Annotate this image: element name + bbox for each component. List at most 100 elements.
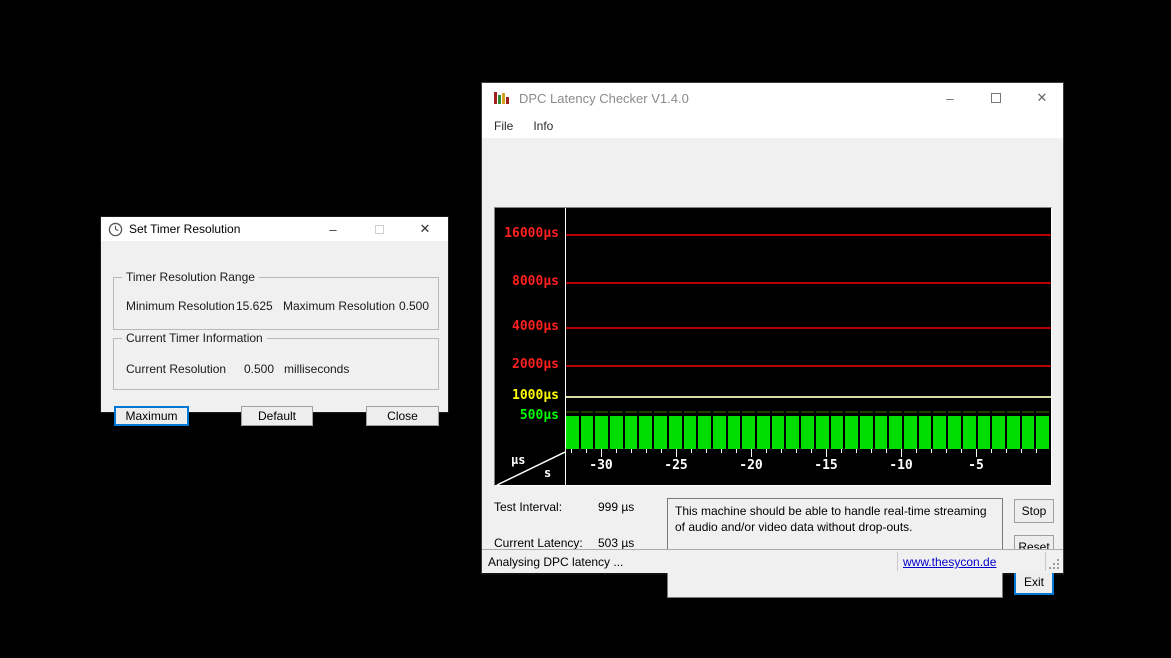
latency-bar bbox=[581, 416, 594, 449]
x-tick-label: -10 bbox=[889, 458, 912, 473]
bar-max-marker bbox=[713, 411, 726, 413]
latency-bar bbox=[904, 416, 917, 449]
x-axis-tick bbox=[751, 449, 752, 457]
latency-bar bbox=[889, 416, 902, 449]
group-label: Timer Resolution Range bbox=[122, 270, 259, 284]
close-button[interactable]: Close bbox=[366, 406, 439, 426]
maximum-button[interactable]: Maximum bbox=[114, 406, 189, 426]
stop-button[interactable]: Stop bbox=[1014, 499, 1054, 523]
latency-bar bbox=[1007, 416, 1020, 449]
minimize-icon[interactable]: – bbox=[934, 86, 966, 110]
current-timer-information-group: Current Timer Information Current Resolu… bbox=[113, 338, 439, 390]
bar-max-marker bbox=[860, 411, 873, 413]
dpc-window-title: DPC Latency Checker V1.4.0 bbox=[519, 91, 689, 106]
bar-max-marker bbox=[595, 411, 608, 413]
x-tick-label: -30 bbox=[589, 458, 612, 473]
current-resolution-label: Current Resolution bbox=[126, 362, 226, 376]
x-axis-tick bbox=[781, 449, 782, 453]
close-icon[interactable]: ✕ bbox=[409, 217, 441, 241]
maximize-icon[interactable] bbox=[980, 86, 1012, 110]
timer-titlebar[interactable]: Set Timer Resolution – ✕ bbox=[101, 217, 448, 241]
x-axis-tick bbox=[601, 449, 602, 457]
menu-file[interactable]: File bbox=[484, 113, 523, 138]
bar-max-marker bbox=[845, 411, 858, 413]
x-axis-tick bbox=[736, 449, 737, 453]
x-axis-tick bbox=[991, 449, 992, 453]
latency-bar bbox=[698, 416, 711, 449]
minimize-icon[interactable]: – bbox=[317, 217, 349, 241]
timer-resolution-range-group: Timer Resolution Range Minimum Resolutio… bbox=[113, 277, 439, 330]
default-button[interactable]: Default bbox=[241, 406, 313, 426]
min-resolution-value: 15.625 bbox=[236, 299, 273, 313]
bar-chart-icon bbox=[493, 90, 510, 106]
latency-bar bbox=[654, 416, 667, 449]
thesycon-link[interactable]: www.thesycon.de bbox=[903, 555, 996, 569]
timer-window-title: Set Timer Resolution bbox=[129, 222, 240, 236]
bar-max-marker bbox=[1007, 411, 1020, 413]
x-axis-tick bbox=[646, 449, 647, 453]
test-interval-value: 999 µs bbox=[598, 500, 634, 514]
bar-max-marker bbox=[948, 411, 961, 413]
latency-bar bbox=[566, 416, 579, 449]
x-axis-tick bbox=[1006, 449, 1007, 453]
latency-bar bbox=[595, 416, 608, 449]
bar-max-marker bbox=[757, 411, 770, 413]
grid-line-8000 bbox=[566, 282, 1051, 284]
latency-bar bbox=[801, 416, 814, 449]
bar-max-marker bbox=[1036, 411, 1049, 413]
close-icon[interactable]: ✕ bbox=[1026, 86, 1058, 110]
x-axis-tick bbox=[1036, 449, 1037, 453]
x-axis-tick bbox=[571, 449, 572, 453]
latency-bar bbox=[919, 416, 932, 449]
x-axis-tick bbox=[661, 449, 662, 453]
bar-max-marker bbox=[698, 411, 711, 413]
latency-bar bbox=[639, 416, 652, 449]
menu-info[interactable]: Info bbox=[523, 113, 563, 138]
latency-bar bbox=[963, 416, 976, 449]
dpc-titlebar[interactable]: DPC Latency Checker V1.4.0 – ✕ bbox=[482, 83, 1063, 113]
x-axis-tick bbox=[691, 449, 692, 453]
grid-line-4000 bbox=[566, 327, 1051, 329]
latency-bar bbox=[860, 416, 873, 449]
x-tick-label: -5 bbox=[968, 458, 984, 473]
bar-max-marker bbox=[801, 411, 814, 413]
bar-max-marker bbox=[684, 411, 697, 413]
bar-max-marker bbox=[610, 411, 623, 413]
bar-max-marker bbox=[933, 411, 946, 413]
maximize-icon bbox=[363, 217, 395, 241]
min-resolution-label: Minimum Resolution bbox=[126, 299, 235, 313]
latency-bar bbox=[757, 416, 770, 449]
latency-bar bbox=[713, 416, 726, 449]
latency-bar bbox=[728, 416, 741, 449]
x-tick-label: -20 bbox=[739, 458, 762, 473]
latency-bar bbox=[978, 416, 991, 449]
bar-max-marker bbox=[978, 411, 991, 413]
latency-bar bbox=[845, 416, 858, 449]
absolute-maximum-value: 509 µs bbox=[598, 572, 634, 586]
latency-bar bbox=[1022, 416, 1035, 449]
y-tick-label: 1000µs bbox=[495, 389, 559, 403]
x-axis-tick bbox=[811, 449, 812, 453]
latency-bar bbox=[948, 416, 961, 449]
x-axis-tick bbox=[586, 449, 587, 453]
x-axis-tick bbox=[961, 449, 962, 453]
x-tick-label: -25 bbox=[664, 458, 687, 473]
latency-bar bbox=[1036, 416, 1049, 449]
y-tick-label: 4000µs bbox=[495, 320, 559, 334]
x-axis-tick bbox=[826, 449, 827, 457]
x-axis-tick bbox=[901, 449, 902, 457]
bar-max-marker bbox=[1022, 411, 1035, 413]
current-latency-value: 503 µs bbox=[598, 536, 634, 550]
latency-bar bbox=[933, 416, 946, 449]
resize-grip[interactable] bbox=[1049, 559, 1061, 571]
x-axis-tick bbox=[841, 449, 842, 453]
x-axis-tick bbox=[871, 449, 872, 453]
bar-max-marker bbox=[875, 411, 888, 413]
status-text: Analysing DPC latency ... bbox=[488, 555, 623, 569]
max-resolution-value: 0.500 bbox=[399, 299, 429, 313]
latency-bar bbox=[816, 416, 829, 449]
bar-max-marker bbox=[581, 411, 594, 413]
y-tick-label: 500µs bbox=[495, 409, 559, 423]
x-axis-tick bbox=[931, 449, 932, 453]
absolute-maximum-label: Absolute Maximum: bbox=[494, 572, 599, 586]
